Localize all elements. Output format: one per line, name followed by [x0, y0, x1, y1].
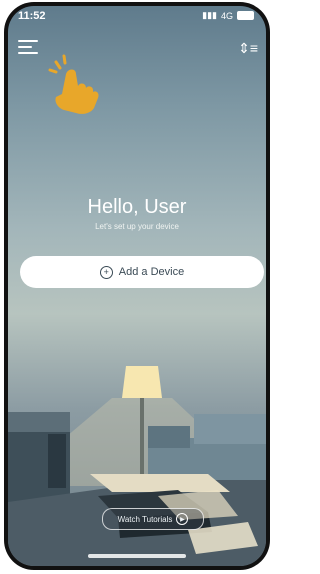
greeting-title: Hello, User — [87, 196, 187, 218]
add-device-button[interactable]: + Add a Device — [20, 256, 264, 288]
watch-tutorials-label: Watch Tutorials — [117, 514, 173, 524]
plus-icon: + — [99, 265, 113, 279]
status-right: ▮▮▮ 4G — [202, 10, 254, 21]
add-device-label: Add a Device — [118, 266, 185, 278]
app-screen: 11:52 ▮▮▮ 4G ⇕≡ Hello, User Let's set up… — [8, 6, 266, 566]
status-time: 11:52 — [18, 10, 46, 22]
play-icon: ▶ — [176, 513, 189, 525]
home-indicator[interactable] — [88, 554, 186, 558]
battery-icon — [237, 11, 254, 20]
sort-icon[interactable]: ⇕≡ — [238, 40, 258, 57]
signal-icon: ▮▮▮ — [202, 10, 217, 20]
network-label: 4G — [220, 10, 233, 21]
greeting-subtitle: Let's set up your device — [95, 222, 179, 231]
status-bar: 11:52 ▮▮▮ 4G — [8, 6, 266, 26]
menu-icon[interactable] — [18, 40, 38, 56]
phone-frame: 11:52 ▮▮▮ 4G ⇕≡ Hello, User Let's set up… — [4, 2, 270, 570]
living-room-illustration — [8, 366, 266, 566]
pointing-hand-icon — [48, 54, 99, 114]
watch-tutorials-button[interactable]: Watch Tutorials ▶ — [102, 508, 204, 530]
